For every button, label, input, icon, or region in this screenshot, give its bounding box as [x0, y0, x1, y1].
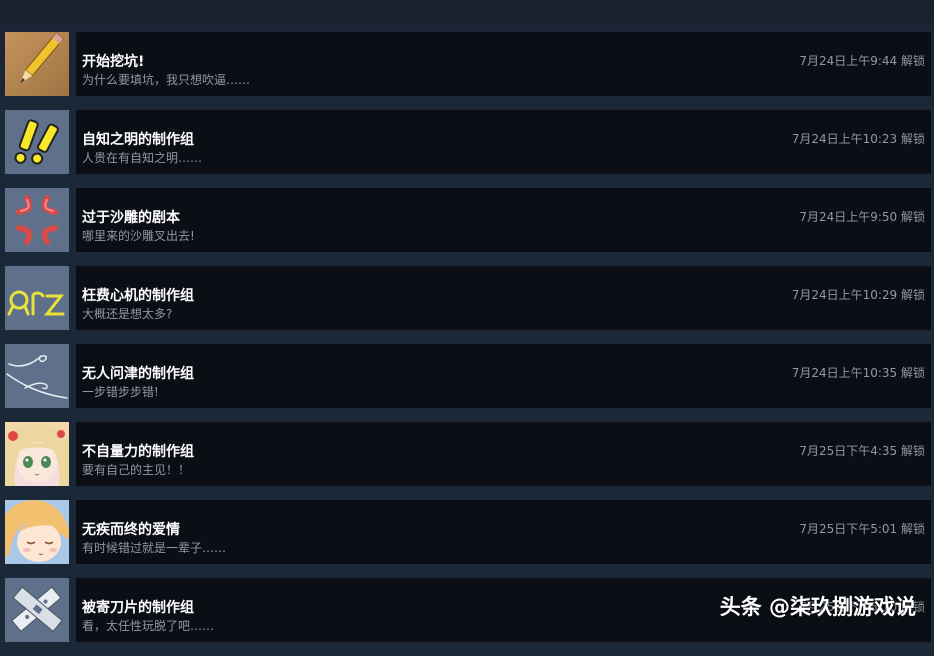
achievement-row[interactable]: 过于沙雕的剧本 哪里来的沙雕叉出去! 7月24日上午9:50 解锁 [0, 188, 934, 252]
achievements-page: 开始挖坑! 为什么要填坑，我只想吹逼…… 7月24日上午9:44 解锁 自知之明… [0, 0, 934, 642]
wind-lines-icon [5, 344, 69, 408]
achievement-row[interactable]: 无疾而终的爱情 有时候错过就是一辈子…… 7月25日下午5:01 解锁 [0, 500, 934, 564]
achievement-panel: 开始挖坑! 为什么要填坑，我只想吹逼…… 7月24日上午9:44 解锁 [76, 32, 931, 96]
anger-mark-icon [5, 188, 69, 252]
achievement-title: 枉费心机的制作组 [82, 288, 194, 304]
achievement-title: 开始挖坑! [82, 54, 145, 70]
unlock-time: 7月25日下午5:01 解锁 [799, 522, 925, 536]
achievement-description: 哪里来的沙雕叉出去! [82, 229, 195, 243]
achievement-description: 一步错步步错! [82, 385, 159, 399]
achievement-description: 为什么要填坑，我只想吹逼…… [82, 73, 251, 87]
achievement-description: 要有自己的主见！！ [82, 463, 191, 477]
unlock-time: 7月24日上午10:35 解锁 [791, 366, 925, 380]
achievement-title: 不自量力的制作组 [82, 444, 194, 460]
watermark: 头条 @柒玖捌游戏说 [719, 595, 916, 619]
achievement-row[interactable]: 枉费心机的制作组 大概还是想太多? 7月24日上午10:29 解锁 [0, 266, 934, 330]
achievement-description: 大概还是想太多? [82, 307, 173, 321]
unlock-time: 7月24日上午10:23 解锁 [791, 132, 925, 146]
achievement-title: 自知之明的制作组 [82, 132, 194, 148]
unlock-time: 7月25日下午4:35 解锁 [799, 444, 925, 458]
unlock-time: 7月24日上午9:50 解锁 [799, 210, 925, 224]
achievement-panel: 自知之明的制作组 人贵在有自知之明…… 7月24日上午10:23 解锁 [76, 110, 931, 174]
achievement-title: 无人问津的制作组 [82, 366, 194, 382]
achievement-title: 被寄刀片的制作组 [82, 600, 194, 616]
achievement-list: 开始挖坑! 为什么要填坑，我只想吹逼…… 7月24日上午9:44 解锁 自知之明… [0, 32, 934, 656]
achievement-panel: 不自量力的制作组 要有自己的主见！！ 7月25日下午4:35 解锁 [76, 422, 931, 486]
achievement-description: 人贵在有自知之明…… [82, 151, 203, 165]
unlock-time: 7月24日上午10:29 解锁 [791, 288, 925, 302]
achievement-panel: 过于沙雕的剧本 哪里来的沙雕叉出去! 7月24日上午9:50 解锁 [76, 188, 931, 252]
achievement-panel: 无疾而终的爱情 有时候错过就是一辈子…… 7月25日下午5:01 解锁 [76, 500, 931, 564]
achievement-panel: 无人问津的制作组 一步错步步错! 7月24日上午10:35 解锁 [76, 344, 931, 408]
orz-icon [5, 266, 69, 330]
pencil-icon [5, 32, 69, 96]
exclamation-icon [5, 110, 69, 174]
achievement-description: 看，太任性玩脱了吧…… [82, 619, 215, 633]
achievement-row[interactable]: 无人问津的制作组 一步错步步错! 7月24日上午10:35 解锁 [0, 344, 934, 408]
anime-girl-icon [5, 422, 69, 486]
achievement-panel: 枉费心机的制作组 大概还是想太多? 7月24日上午10:29 解锁 [76, 266, 931, 330]
anime-girl-closed-eyes-icon [5, 500, 69, 564]
achievement-title: 过于沙雕的剧本 [82, 210, 180, 226]
achievement-row[interactable]: 开始挖坑! 为什么要填坑，我只想吹逼…… 7月24日上午9:44 解锁 [0, 32, 934, 96]
achievement-description: 有时候错过就是一辈子…… [82, 541, 227, 555]
achievement-row[interactable]: 不自量力的制作组 要有自己的主见！！ 7月25日下午4:35 解锁 [0, 422, 934, 486]
blades-icon [5, 578, 69, 642]
unlock-time: 7月24日上午9:44 解锁 [799, 54, 925, 68]
achievement-title: 无疾而终的爱情 [82, 522, 180, 538]
achievement-row[interactable]: 自知之明的制作组 人贵在有自知之明…… 7月24日上午10:23 解锁 [0, 110, 934, 174]
